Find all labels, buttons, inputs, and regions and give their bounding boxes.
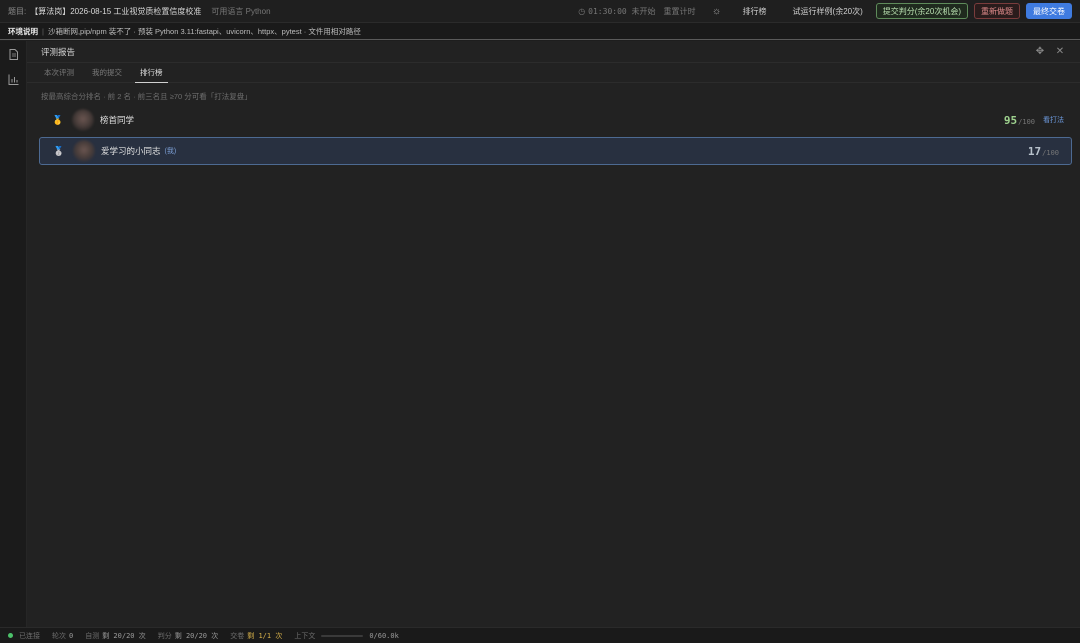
avatar (72, 109, 94, 131)
status-bar: 已连接 轮次 0 自测 剩 20/20 次 判分 剩 20/20 次 交卷 剩 … (0, 627, 1080, 643)
timer: ◷ 01:30:00 未开始 (578, 6, 655, 17)
question-label: 题目: (8, 6, 27, 16)
reset-timer-link[interactable]: 重置计时 (664, 6, 696, 17)
report-panel: 评测报告 ✥ ✕ 本次评测 我的提交 排行榜 按最高综合分排名 · 前 2 名 … (27, 41, 1080, 627)
score-status: 判分 剩 20/20 次 (158, 631, 219, 641)
gold-medal-icon: 🥇 (52, 114, 64, 125)
context-label: 上下文 (294, 632, 316, 640)
env-text: 沙箱断网,pip/npm 装不了 · 预装 Python 3.11:fastap… (47, 26, 361, 36)
redo-button[interactable]: 重新做题 (974, 3, 1020, 19)
environment-bar: 环境说明 | 沙箱断网,pip/npm 装不了 · 预装 Python 3.11… (0, 23, 1080, 40)
context-value: 0/60.0k (369, 631, 399, 640)
left-rail (0, 41, 27, 627)
connection-status: 已连接 (8, 631, 40, 641)
chart-icon[interactable] (7, 73, 20, 86)
submit-score-button[interactable]: 提交判分(余20次机会) (875, 3, 968, 19)
silver-medal-icon: 🥈 (53, 145, 65, 156)
panel-title: 评测报告 (41, 46, 76, 57)
env-separator: | (42, 26, 44, 36)
rank-note: 按最高综合分排名 · 前 2 名 · 前三名且 ≥70 分可看「打法复盘」 (41, 92, 252, 101)
document-icon[interactable] (7, 48, 20, 61)
submit-value: 剩 1/1 次 (247, 631, 283, 640)
top-bar: 题目: 【算法岗】2026-08-15 工业视觉质检置信度校准 可用语言 Pyt… (0, 0, 1080, 23)
panel-tabs: 本次评测 我的提交 排行榜 (27, 63, 1080, 83)
view-strategy-link[interactable]: 看打法 (1043, 115, 1064, 125)
connected-dot-icon (8, 633, 13, 638)
close-icon[interactable]: ✕ (1054, 46, 1066, 58)
clock-icon: ◷ (578, 6, 586, 16)
rounds-label: 轮次 (52, 632, 66, 640)
leaderboard-row: 🥇 榜首同学 95 /100 看打法 (39, 106, 1072, 134)
self-test-status: 自测 剩 20/20 次 (85, 631, 146, 641)
panel-header: 评测报告 ✥ ✕ (27, 41, 1080, 63)
tab-leaderboard[interactable]: 排行榜 (135, 63, 168, 83)
trial-run-button[interactable]: 试运行样例(余20次) (786, 3, 870, 19)
connection-text: 已连接 (19, 632, 40, 640)
leaderboard-row-me: 🥈 爱学习的小同志 (我) 17 /100 (39, 137, 1072, 165)
final-submit-button[interactable]: 最终交卷 (1026, 3, 1072, 19)
language-label: 可用语言 Python (211, 6, 271, 16)
context-status: 上下文 0/60.0k (294, 631, 399, 641)
player-name: 爱学习的小同志 (101, 146, 161, 156)
score-total: /100 (1042, 148, 1059, 157)
self-test-value: 剩 20/20 次 (102, 631, 146, 640)
submit-status: 交卷 剩 1/1 次 (230, 631, 282, 641)
context-progress-bar (321, 634, 364, 637)
move-icon[interactable]: ✥ (1034, 46, 1046, 58)
score-label: 判分 (157, 632, 172, 640)
player-name: 榜首同学 (100, 115, 135, 125)
tab-my-submissions[interactable]: 我的提交 (87, 63, 127, 82)
self-test-label: 自测 (85, 632, 100, 640)
question-title: 【算法岗】2026-08-15 工业视觉质检置信度校准 (30, 6, 202, 16)
player-score: 17 (1027, 144, 1042, 158)
rounds-value: 0 (69, 631, 74, 640)
timer-text: 01:30:00 未开始 (588, 6, 656, 16)
rounds-status: 轮次 0 (52, 631, 73, 641)
submit-label: 交卷 (230, 632, 245, 640)
player-score: 95 (1003, 113, 1018, 127)
score-value: 剩 20/20 次 (174, 631, 219, 640)
leaderboard-button[interactable]: 排行榜 (736, 3, 774, 19)
avatar (73, 140, 95, 162)
tab-current-eval[interactable]: 本次评测 (39, 63, 79, 82)
me-tag: (我) (164, 148, 177, 155)
score-total: /100 (1018, 117, 1035, 126)
env-title: 环境说明 (8, 26, 38, 36)
theme-toggle-sun-icon[interactable]: ☼ (710, 6, 724, 17)
